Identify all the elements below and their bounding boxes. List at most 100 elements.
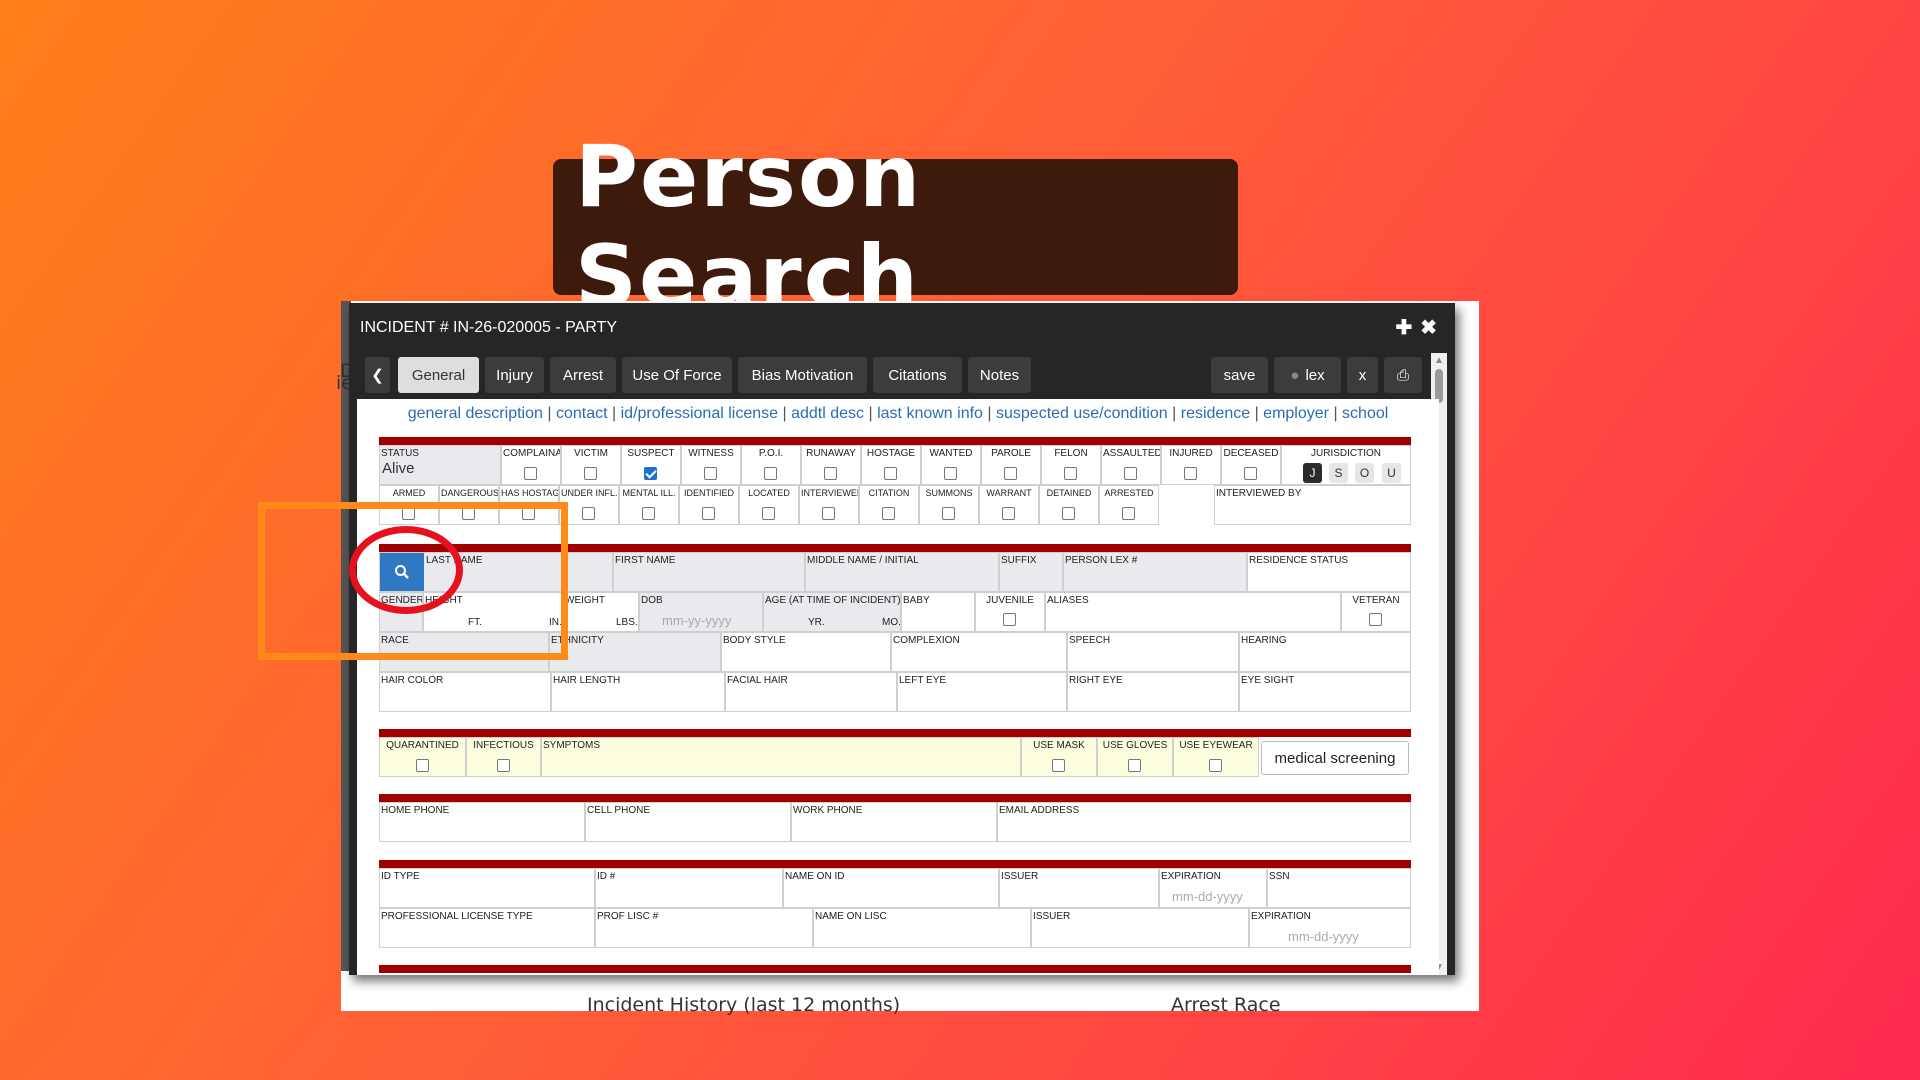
status-flag-checkbox[interactable]: [1064, 467, 1077, 480]
status-flag-checkbox[interactable]: [884, 467, 897, 480]
work-phone-field[interactable]: WORK PHONE: [791, 802, 997, 842]
name-on-id-field[interactable]: NAME ON ID: [783, 868, 999, 908]
middle-name-field[interactable]: MIDDLE NAME / INITIAL: [805, 552, 999, 592]
id-issuer-field[interactable]: ISSUER: [999, 868, 1159, 908]
tab-use-of-force[interactable]: Use Of Force: [622, 357, 732, 393]
print-button[interactable]: ⎙: [1384, 357, 1422, 393]
facial-hair-field[interactable]: FACIAL HAIR: [725, 672, 897, 712]
status-flag-checkbox[interactable]: [584, 467, 597, 480]
status-flag-checkbox[interactable]: [1244, 467, 1257, 480]
link-contact[interactable]: contact: [556, 405, 608, 422]
use-mask-checkbox[interactable]: [1052, 759, 1065, 772]
prof-license-number-field[interactable]: PROF LISC #: [595, 908, 813, 948]
link-residence[interactable]: residence: [1181, 405, 1250, 422]
home-phone-field[interactable]: HOME PHONE: [379, 802, 585, 842]
dob-field[interactable]: DOB mm-yy-yyyy: [639, 592, 763, 632]
id-number-field[interactable]: ID #: [595, 868, 783, 908]
tab-notes[interactable]: Notes: [968, 357, 1031, 393]
name-on-license-field[interactable]: NAME ON LISC: [813, 908, 1031, 948]
person-lex-field[interactable]: PERSON LEX #: [1063, 552, 1247, 592]
save-button[interactable]: save: [1211, 357, 1268, 393]
tab-arrest[interactable]: Arrest: [550, 357, 616, 393]
condition-flag-checkbox[interactable]: [1122, 507, 1135, 520]
status-flag-checkbox[interactable]: [644, 467, 657, 480]
eye-sight-field[interactable]: EYE SIGHT: [1239, 672, 1411, 712]
residence-status-field[interactable]: RESIDENCE STATUS: [1247, 552, 1411, 592]
condition-flag-checkbox[interactable]: [1002, 507, 1015, 520]
speech-field[interactable]: SPEECH: [1067, 632, 1239, 672]
status-flag-checkbox[interactable]: [1184, 467, 1197, 480]
add-icon[interactable]: ✚: [1395, 317, 1420, 339]
status-flag-checkbox[interactable]: [1124, 467, 1137, 480]
condition-flag-checkbox[interactable]: [1062, 507, 1075, 520]
condition-flag-checkbox[interactable]: [582, 507, 595, 520]
hair-color-field[interactable]: HAIR COLOR: [379, 672, 551, 712]
link-general-description[interactable]: general description: [408, 405, 543, 422]
tab-general[interactable]: General: [398, 357, 479, 393]
weight-field[interactable]: WEIGHT LBS.: [563, 592, 639, 632]
medical-screening-button[interactable]: medical screening: [1261, 741, 1409, 775]
link-last-known-info[interactable]: last known info: [877, 405, 983, 422]
close-icon[interactable]: ✖: [1420, 317, 1445, 339]
quarantined-checkbox[interactable]: [416, 759, 429, 772]
status-flag-checkbox[interactable]: [944, 467, 957, 480]
close-record-button[interactable]: x: [1347, 357, 1378, 393]
status-flag-checkbox[interactable]: [704, 467, 717, 480]
condition-flag-checkbox[interactable]: [882, 507, 895, 520]
aliases-field[interactable]: ALIASES: [1045, 592, 1341, 632]
condition-flag-checkbox[interactable]: [702, 507, 715, 520]
use-gloves-checkbox[interactable]: [1128, 759, 1141, 772]
hearing-field[interactable]: HEARING: [1239, 632, 1411, 672]
link-school[interactable]: school: [1342, 405, 1388, 422]
symptoms-field[interactable]: SYMPTOMS: [541, 737, 1021, 777]
condition-flag-checkbox[interactable]: [642, 507, 655, 520]
link-suspected-use[interactable]: suspected use/condition: [996, 405, 1168, 422]
license-issuer-field[interactable]: ISSUER: [1031, 908, 1249, 948]
interviewed-by-field[interactable]: INTERVIEWED BY: [1214, 485, 1411, 525]
condition-flag-checkbox[interactable]: [762, 507, 775, 520]
license-expiration-field[interactable]: EXPIRATION mm-dd-yyyy: [1249, 908, 1411, 948]
tab-injury[interactable]: Injury: [485, 357, 544, 393]
jurisdiction-s-button[interactable]: S: [1329, 463, 1348, 483]
jurisdiction-j-button[interactable]: J: [1303, 463, 1322, 483]
link-employer[interactable]: employer: [1263, 405, 1329, 422]
juvenile-checkbox[interactable]: [1003, 613, 1016, 626]
jurisdiction-o-button[interactable]: O: [1355, 463, 1374, 483]
veteran-checkbox[interactable]: [1369, 613, 1382, 626]
prof-license-type-field[interactable]: PROFESSIONAL LICENSE TYPE: [379, 908, 595, 948]
suffix-field[interactable]: SUFFIX: [999, 552, 1063, 592]
back-button[interactable]: ❮: [365, 357, 390, 393]
right-eye-field[interactable]: RIGHT EYE: [1067, 672, 1239, 712]
status-field[interactable]: STATUS Alive: [379, 445, 501, 485]
cell-phone-field[interactable]: CELL PHONE: [585, 802, 791, 842]
tab-bias-motivation[interactable]: Bias Motivation: [738, 357, 867, 393]
user-button[interactable]: ● lex: [1274, 357, 1341, 393]
status-flag-checkbox[interactable]: [524, 467, 537, 480]
status-flag-label: WANTED: [929, 448, 973, 459]
age-field[interactable]: AGE (AT TIME OF INCIDENT) YR. MO.: [763, 592, 901, 632]
ssn-field[interactable]: SSN: [1267, 868, 1411, 908]
link-id-license[interactable]: id/professional license: [621, 405, 778, 422]
condition-flag-checkbox[interactable]: [822, 507, 835, 520]
id-type-field[interactable]: ID TYPE: [379, 868, 595, 908]
infectious-checkbox[interactable]: [497, 759, 510, 772]
condition-flag-checkbox[interactable]: [942, 507, 955, 520]
use-eyewear-checkbox[interactable]: [1209, 759, 1222, 772]
ethnicity-field[interactable]: ETHNICITY: [549, 632, 721, 672]
scroll-thumb[interactable]: [1435, 369, 1443, 403]
left-eye-field[interactable]: LEFT EYE: [897, 672, 1067, 712]
id-expiration-placeholder: mm-dd-yyyy: [1172, 889, 1243, 904]
status-flag-checkbox[interactable]: [824, 467, 837, 480]
complexion-field[interactable]: COMPLEXION: [891, 632, 1067, 672]
jurisdiction-u-button[interactable]: U: [1382, 463, 1401, 483]
first-name-field[interactable]: FIRST NAME: [613, 552, 805, 592]
tab-citations[interactable]: Citations: [873, 357, 962, 393]
hair-length-field[interactable]: HAIR LENGTH: [551, 672, 725, 712]
scroll-up-icon[interactable]: ▲: [1434, 355, 1444, 366]
status-flag-checkbox[interactable]: [764, 467, 777, 480]
body-style-field[interactable]: BODY STYLE: [721, 632, 891, 672]
email-address-field[interactable]: EMAIL ADDRESS: [997, 802, 1411, 842]
status-flag-checkbox[interactable]: [1004, 467, 1017, 480]
id-expiration-field[interactable]: EXPIRATION mm-dd-yyyy: [1159, 868, 1267, 908]
link-addtl-desc[interactable]: addtl desc: [791, 405, 864, 422]
